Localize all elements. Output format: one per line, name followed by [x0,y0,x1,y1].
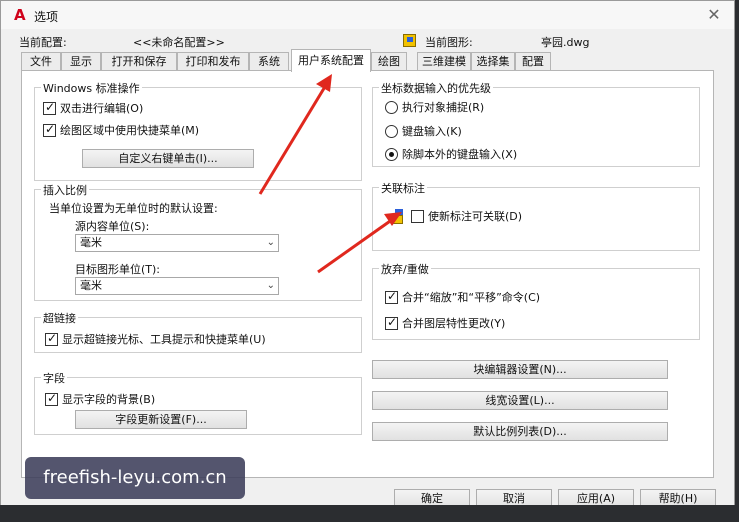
options-dialog: A 选项 ✕ 当前配置: <<未命名配置>> 当前图形: 亭园.dwg 文件 显… [0,0,735,518]
autocad-logo-icon: A [14,6,26,24]
right-click-customize-button[interactable]: 自定义右键单击(I)... [82,149,254,168]
keyboard-except-scripts-radio[interactable]: 除脚本外的键盘输入(X) [385,146,517,162]
shortcut-menus-checkbox[interactable]: 绘图区域中使用快捷菜单(M) [43,122,199,138]
target-units-value: 毫米 [80,279,102,292]
insertion-scale-group: 插入比例 当单位设置为无单位时的默认设置: 源内容单位(S): 毫米 ⌄ 目标图… [34,182,362,301]
tab-profiles[interactable]: 配置 [515,52,551,71]
window-title: 选项 [34,10,59,24]
close-button[interactable]: ✕ [704,5,724,25]
tab-selection[interactable]: 选择集 [471,52,515,71]
group-title: 放弃/重做 [379,261,431,277]
checkbox-box[interactable] [43,100,56,115]
radio-circle[interactable] [385,124,398,138]
group-title: 坐标数据输入的优先级 [379,80,493,96]
target-units-label: 目标图形单位(T): [75,263,161,276]
current-drawing-label: 当前图形: [425,36,473,49]
checkbox-box[interactable] [45,391,58,406]
field-update-settings-button[interactable]: 字段更新设置(F)... [75,410,247,429]
tab-3d-modeling[interactable]: 三维建模 [417,52,471,71]
current-config-label: 当前配置: [19,36,67,49]
tab-drafting[interactable]: 绘图 [371,52,407,71]
field-background-checkbox[interactable]: 显示字段的背景(B) [45,391,155,407]
tab-display[interactable]: 显示 [61,52,101,71]
watermark: freefish-leyu.com.cn [25,457,245,499]
group-title: 字段 [41,370,67,386]
group-title: 关联标注 [379,180,427,196]
double-click-edit-checkbox[interactable]: 双击进行编辑(O) [43,100,143,116]
associative-dimension-icon [391,209,405,224]
checkbox-label: 双击进行编辑(O) [60,102,144,115]
group-title: 超链接 [41,310,78,326]
tab-user-preferences[interactable]: 用户系统配置 [291,49,371,72]
checkbox-box[interactable] [385,289,398,304]
associative-dimension-group: 关联标注 使新标注可关联(D) [372,180,700,251]
drawing-file-icon [403,34,416,47]
target-units-select[interactable]: 毫米 ⌄ [75,277,279,295]
hyperlink-group: 超链接 显示超链接光标、工具提示和快捷菜单(U) [34,310,362,353]
source-units-select[interactable]: 毫米 ⌄ [75,234,279,252]
block-editor-settings-button[interactable]: 块编辑器设置(N)... [372,360,668,379]
checkbox-label: 合并图层特性更改(Y) [402,317,506,330]
checkbox-label: 显示超链接光标、工具提示和快捷菜单(U) [62,333,266,346]
combine-zoom-pan-checkbox[interactable]: 合并“缩放”和“平移”命令(C) [385,289,540,305]
source-units-value: 毫米 [80,236,102,249]
coordinate-priority-group: 坐标数据输入的优先级 执行对象捕捉(R) 键盘输入(K) 除脚本外的键盘输入(X… [372,80,700,167]
checkbox-box[interactable] [385,315,398,330]
checkbox-label: 使新标注可关联(D) [428,210,523,223]
undo-redo-group: 放弃/重做 合并“缩放”和“平移”命令(C) 合并图层特性更改(Y) [372,261,700,340]
hyperlink-display-checkbox[interactable]: 显示超链接光标、工具提示和快捷菜单(U) [45,331,266,347]
tab-plot-publish[interactable]: 打印和发布 [177,52,249,71]
checkbox-box[interactable] [411,209,424,223]
tab-system[interactable]: 系统 [249,52,289,71]
combine-layer-changes-checkbox[interactable]: 合并图层特性更改(Y) [385,315,505,331]
checkbox-label: 显示字段的背景(B) [62,393,156,406]
chevron-down-icon: ⌄ [266,280,275,291]
windows-standard-ops-group: Windows 标准操作 双击进行编辑(O) 绘图区域中使用快捷菜单(M) 自定… [34,80,362,181]
radio-label: 除脚本外的键盘输入(X) [402,148,518,161]
title-bar: A 选项 ✕ [1,1,734,29]
checkbox-label: 合并“缩放”和“平移”命令(C) [402,291,541,304]
radio-label: 键盘输入(K) [402,125,462,138]
tab-content-panel: Windows 标准操作 双击进行编辑(O) 绘图区域中使用快捷菜单(M) 自定… [21,70,714,478]
lineweight-settings-button[interactable]: 线宽设置(L)... [372,391,668,410]
group-title: 插入比例 [41,182,89,198]
radio-circle[interactable] [385,147,398,161]
group-title: Windows 标准操作 [41,80,142,96]
chevron-down-icon: ⌄ [266,237,275,248]
current-drawing-value: 亭园.dwg [541,36,590,49]
checkbox-box[interactable] [45,331,58,346]
tab-open-save[interactable]: 打开和保存 [101,52,177,71]
tab-files[interactable]: 文件 [21,52,61,71]
source-units-label: 源内容单位(S): [75,220,150,233]
fields-group: 字段 显示字段的背景(B) 字段更新设置(F)... [34,370,362,435]
checkbox-box[interactable] [43,122,56,137]
keyboard-entry-radio[interactable]: 键盘输入(K) [385,123,462,139]
associative-dimension-checkbox[interactable]: 使新标注可关联(D) [391,208,522,224]
radio-circle[interactable] [385,100,398,114]
taskbar-strip [0,505,739,522]
radio-label: 执行对象捕捉(R) [402,101,485,114]
default-scale-list-button[interactable]: 默认比例列表(D)... [372,422,668,441]
current-config-value: <<未命名配置>> [133,36,225,49]
running-osnap-radio[interactable]: 执行对象捕捉(R) [385,99,484,115]
insertion-scale-description: 当单位设置为无单位时的默认设置: [49,202,218,215]
checkbox-label: 绘图区域中使用快捷菜单(M) [60,124,200,137]
